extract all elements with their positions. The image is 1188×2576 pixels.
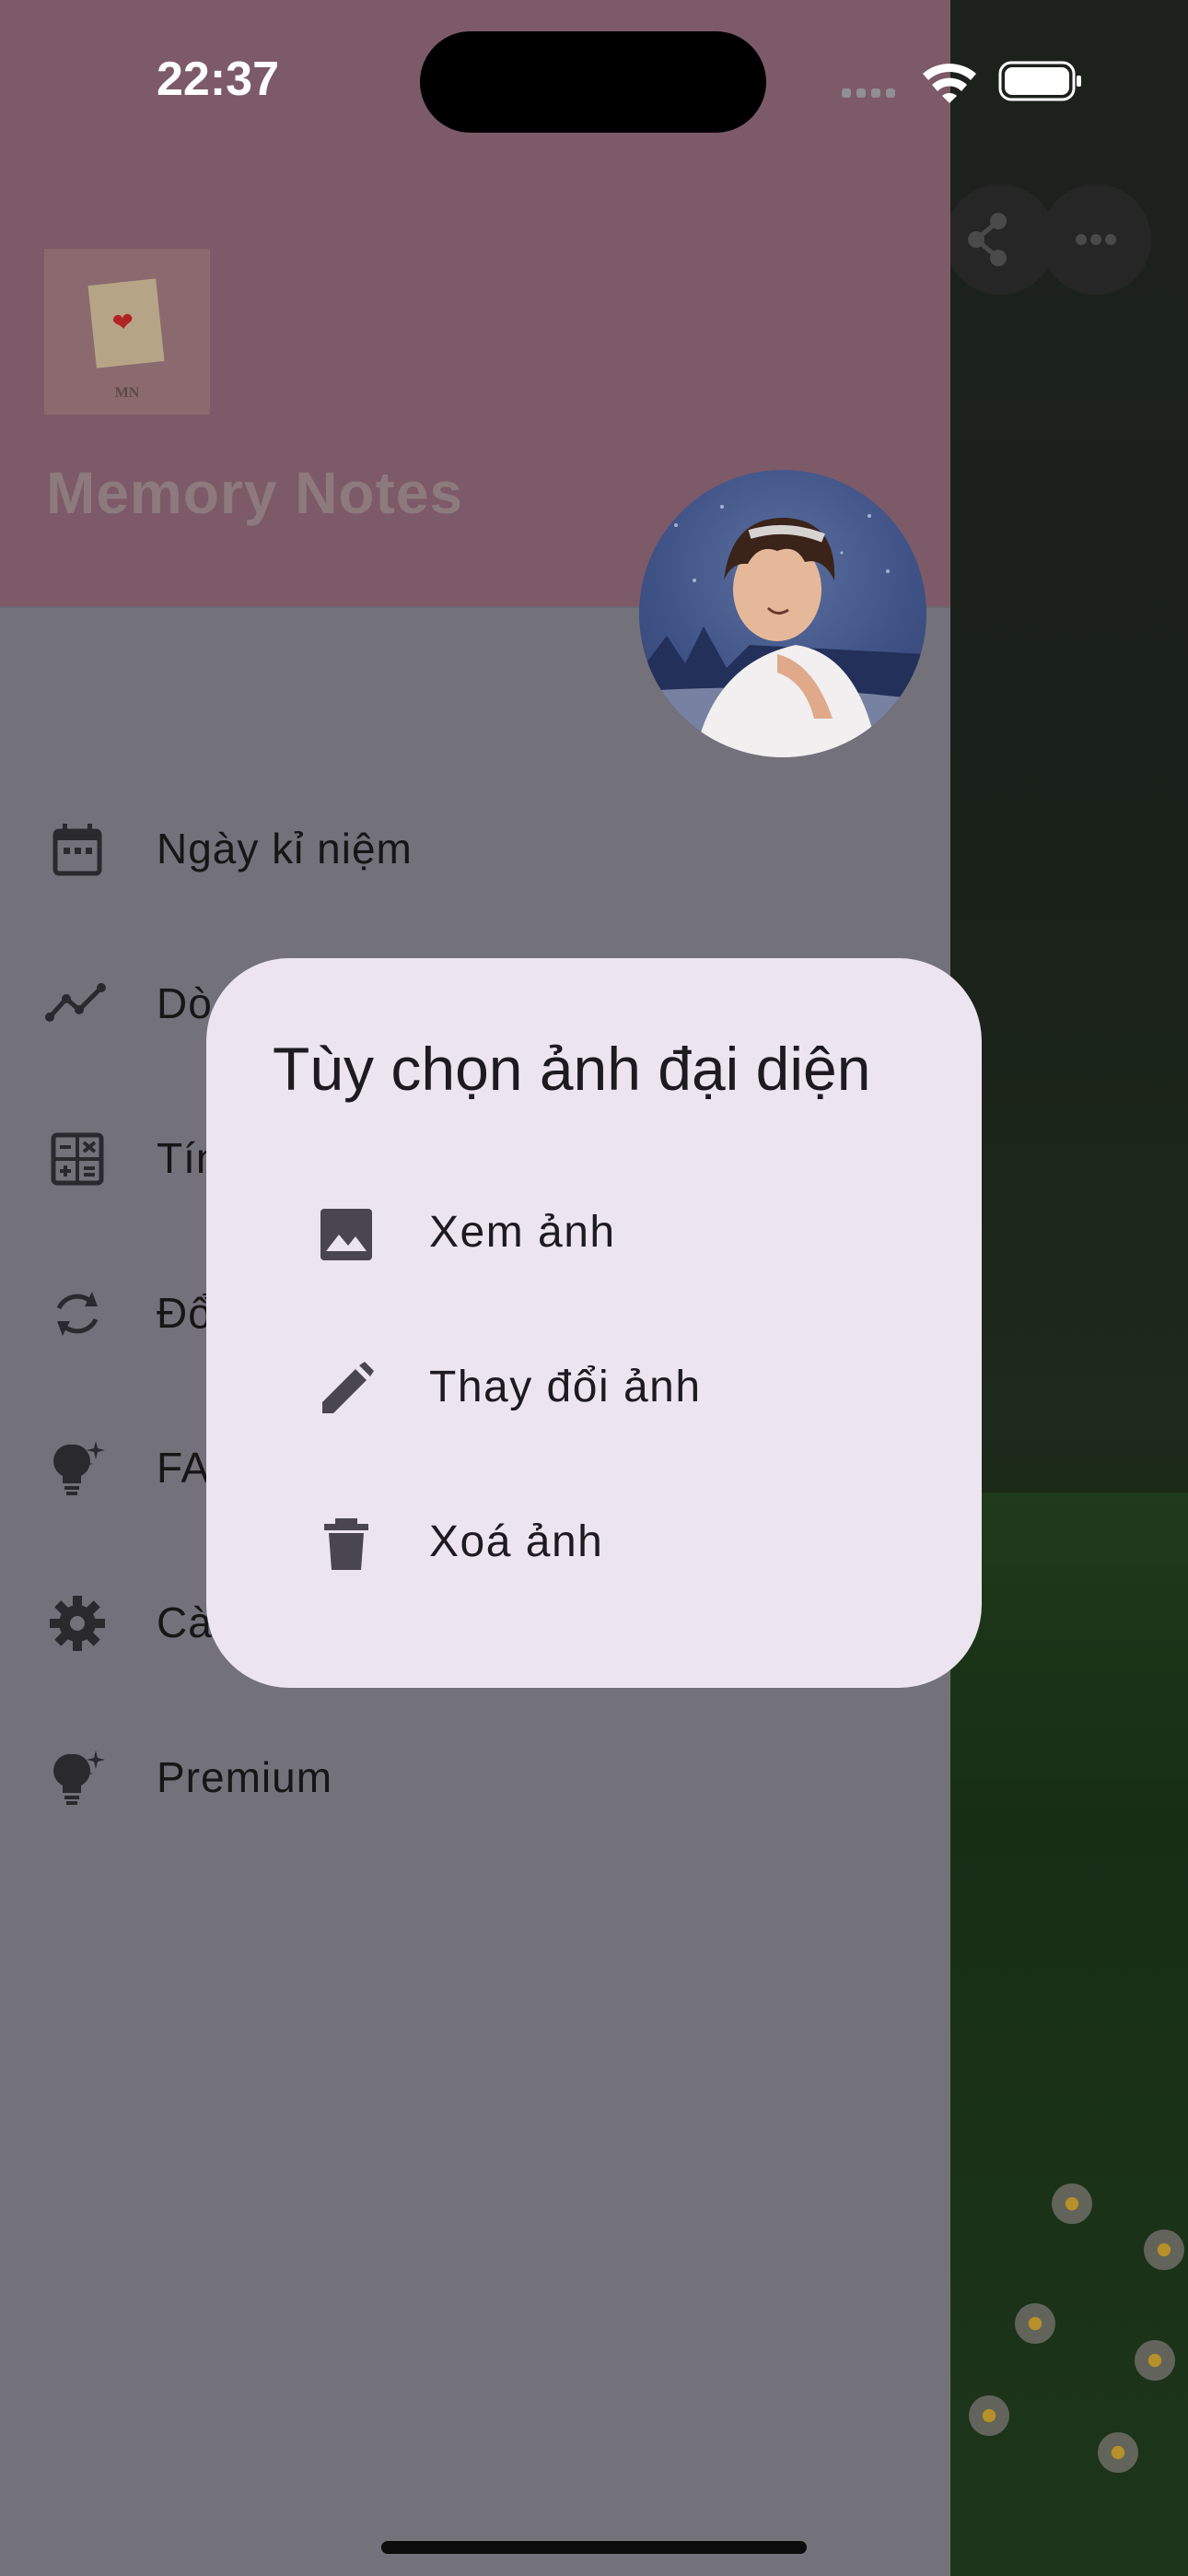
image-icon bbox=[320, 1209, 372, 1260]
change-photo-option[interactable]: Thay đổi ảnh bbox=[206, 1310, 982, 1465]
share-icon bbox=[968, 213, 1007, 266]
option-label: Thay đổi ảnh bbox=[429, 1363, 702, 1411]
gear-icon bbox=[50, 1596, 105, 1651]
lightbulb-sparkle-icon bbox=[53, 1441, 105, 1495]
menu-item-anniversary[interactable]: Ngày kỉ niệm bbox=[0, 772, 950, 919]
more-horizontal-icon bbox=[1076, 234, 1116, 245]
more-button[interactable] bbox=[1041, 184, 1151, 295]
option-label: Xoá ảnh bbox=[429, 1517, 604, 1566]
wifi-icon bbox=[923, 64, 976, 103]
calculator-icon bbox=[51, 1132, 104, 1186]
logo-text: MN bbox=[114, 385, 140, 401]
battery-icon bbox=[998, 61, 1081, 101]
menu-item-premium[interactable]: Premium bbox=[0, 1701, 950, 1848]
app-title: Memory Notes bbox=[46, 460, 463, 526]
avatar[interactable] bbox=[639, 470, 926, 757]
avatar-options-dialog: Tùy chọn ảnh đại diện Xem ảnh Thay đổi ả… bbox=[206, 958, 982, 1688]
daisy-decoration bbox=[969, 2395, 1009, 2436]
trending-line-icon bbox=[45, 983, 106, 1022]
app-logo: ❤ MN bbox=[44, 249, 210, 415]
menu-item-label: Đổ bbox=[157, 1289, 213, 1337]
sync-icon bbox=[56, 1292, 99, 1336]
daisy-decoration bbox=[1144, 2230, 1184, 2270]
dialog-title: Tùy chọn ảnh đại diện bbox=[273, 1035, 871, 1103]
delete-photo-option[interactable]: Xoá ảnh bbox=[206, 1465, 982, 1620]
status-time: 22:37 bbox=[157, 53, 279, 106]
pencil-icon bbox=[322, 1362, 374, 1413]
lightbulb-sparkle-icon bbox=[53, 1751, 105, 1805]
menu-item-label: Dò bbox=[157, 979, 213, 1027]
daisy-decoration bbox=[1098, 2432, 1138, 2473]
card-illustration: ❤ bbox=[87, 278, 165, 369]
daisy-decoration bbox=[1052, 2184, 1092, 2224]
home-indicator[interactable] bbox=[381, 2541, 807, 2554]
menu-item-label: Cà bbox=[157, 1598, 213, 1646]
menu-item-label: Premium bbox=[157, 1753, 333, 1801]
avatar-illustration bbox=[639, 505, 926, 757]
daisy-decoration bbox=[1135, 2340, 1175, 2381]
option-label: Xem ảnh bbox=[429, 1208, 616, 1257]
trash-icon bbox=[324, 1518, 368, 1570]
background-content bbox=[945, 0, 1188, 2576]
calendar-icon bbox=[52, 824, 102, 876]
share-button[interactable] bbox=[945, 184, 1055, 295]
heart-icon: ❤ bbox=[111, 307, 135, 338]
view-photo-option[interactable]: Xem ảnh bbox=[206, 1155, 982, 1310]
dynamic-island bbox=[420, 31, 766, 133]
menu-item-label: FA bbox=[157, 1444, 211, 1492]
menu-item-label: Ngày kỉ niệm bbox=[157, 825, 413, 872]
status-icons bbox=[842, 61, 1081, 103]
cellular-signal-icon bbox=[842, 88, 895, 98]
daisy-decoration bbox=[1015, 2303, 1055, 2344]
